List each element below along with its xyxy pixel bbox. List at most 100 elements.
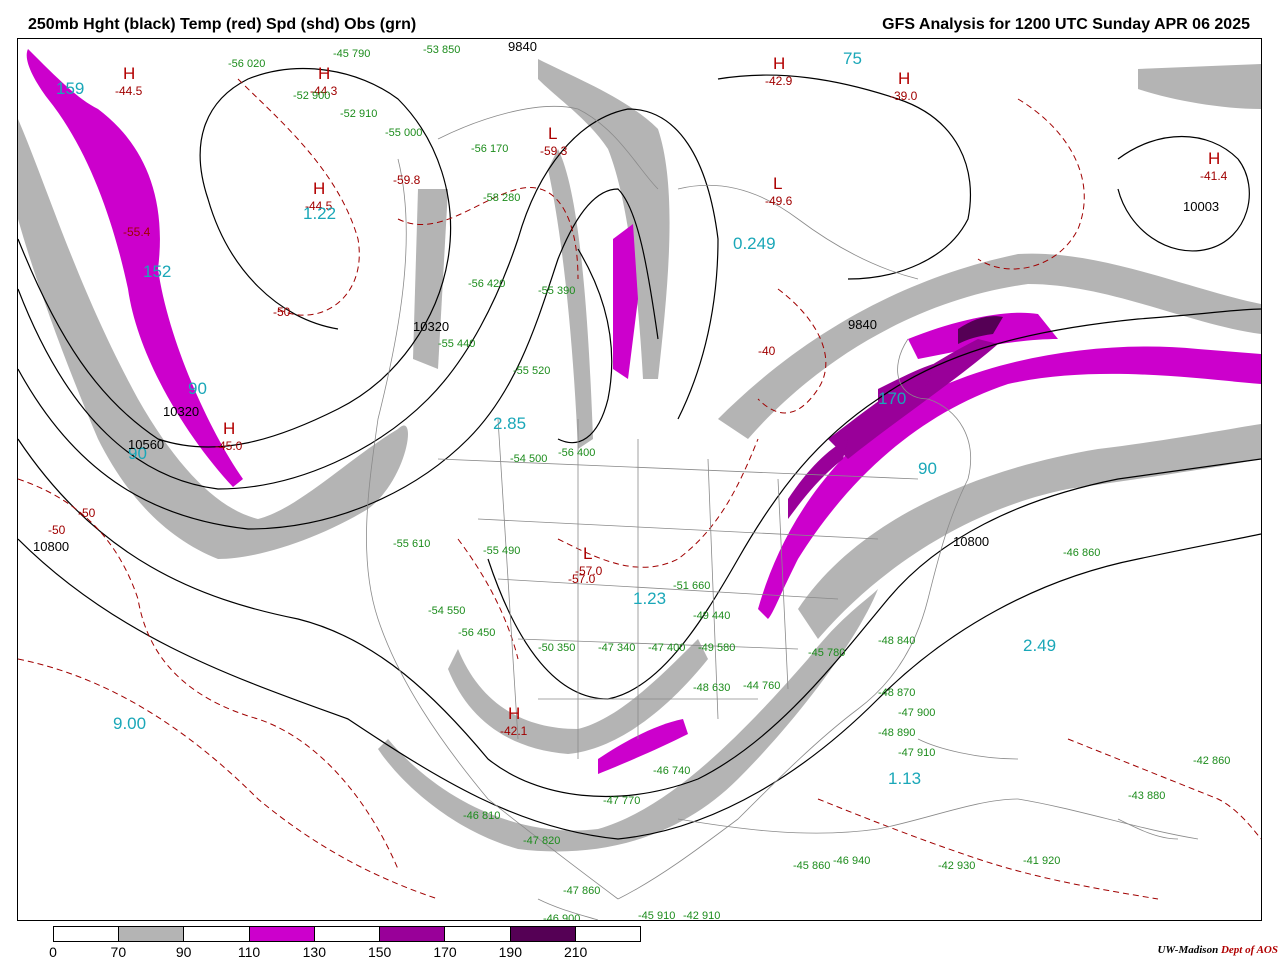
station-observation: -55 000 <box>385 127 422 139</box>
station-observation: -47 400 <box>648 642 685 654</box>
legend-swatch <box>184 927 250 941</box>
height-contour-label: 10003 <box>1183 199 1219 214</box>
station-observation: -56 420 <box>468 278 505 290</box>
height-contour-label: 9840 <box>508 39 537 54</box>
station-observation: -45 790 <box>333 48 370 60</box>
station-observation: -41 920 <box>1023 855 1060 867</box>
credit-institution: UW-Madison <box>1157 944 1219 956</box>
center-temperature-value: -42.1 <box>500 724 528 738</box>
station-observation: -47 900 <box>898 707 935 719</box>
station-observation: -47 770 <box>603 795 640 807</box>
high-center-letter: H <box>508 704 520 723</box>
legend-tick: 170 <box>433 944 457 960</box>
station-observation: -43 880 <box>1128 790 1165 802</box>
center-temperature-value: -45.0 <box>215 439 243 453</box>
wind-speed-label: 1.22 <box>303 204 336 223</box>
low-center-letter: L <box>548 124 557 143</box>
station-observation: -48 870 <box>878 687 915 699</box>
legend-swatch <box>314 927 381 941</box>
wind-speed-label: 159 <box>56 79 84 98</box>
high-center-letter: H <box>123 64 135 83</box>
station-observation: -50 350 <box>538 642 575 654</box>
legend-tick: 0 <box>49 944 57 960</box>
legend-tick: 210 <box>563 944 588 960</box>
station-observation: -49 440 <box>693 610 730 622</box>
legend-tick: 110 <box>237 944 261 960</box>
legend-swatch <box>249 927 315 941</box>
station-observation: -55 490 <box>483 545 520 557</box>
station-observation: -47 820 <box>523 835 560 847</box>
temperature-contour-label: -59.8 <box>393 173 421 187</box>
center-temperature-value: -41.4 <box>1200 169 1228 183</box>
low-center-letter: L <box>583 544 592 563</box>
station-observation: -58 280 <box>483 192 520 204</box>
station-observation: -46 900 <box>543 913 580 920</box>
legend-tick: 90 <box>175 944 192 960</box>
station-observation: -51 660 <box>673 580 710 592</box>
height-contour-label: 10320 <box>163 404 199 419</box>
station-observation: -52 900 <box>293 90 330 102</box>
wind-speed-label: 1.13 <box>888 769 921 788</box>
geography-outlines <box>366 106 1199 920</box>
legend-swatch <box>380 927 446 941</box>
temperature-contour-label: -50 <box>273 305 291 319</box>
wind-speed-label: 2.85 <box>493 414 526 433</box>
height-contour-label: 9840 <box>848 317 877 332</box>
center-temperature-value: -42.9 <box>765 74 793 88</box>
wind-speed-label: 90 <box>188 379 207 398</box>
station-observation: -49 580 <box>698 642 735 654</box>
station-observation: -46 860 <box>1063 547 1100 559</box>
wind-speed-label: 170 <box>878 389 906 408</box>
map-canvas: H-44.5H-44.3H-44.5H-42.9 H-39.0H-41.4L-59… <box>18 39 1261 920</box>
temperature-contour-label: -55.4 <box>123 225 151 239</box>
legend-swatch <box>445 927 511 941</box>
station-observation: -47 340 <box>598 642 635 654</box>
wind-speed-legend <box>53 926 641 942</box>
station-observation: -55 610 <box>393 538 430 550</box>
station-observation: -54 500 <box>510 453 547 465</box>
temperature-contour-label: -50 <box>48 523 66 537</box>
station-observation: -44 760 <box>743 680 780 692</box>
center-temperature-value: -49.6 <box>765 194 793 208</box>
high-center-letter: H <box>1208 149 1220 168</box>
station-observation: -56 170 <box>471 143 508 155</box>
legend-tick: 190 <box>498 944 523 960</box>
high-center-letter: H <box>773 54 785 73</box>
map-title: 250mb Hght (black) Temp (red) Spd (shd) … <box>28 16 417 33</box>
legend-swatch <box>575 927 640 941</box>
high-center-letter: H <box>223 419 235 438</box>
station-observation: -47 860 <box>563 885 600 897</box>
center-temperature-value: -39.0 <box>890 89 918 103</box>
station-observation: -56 450 <box>458 627 495 639</box>
station-observation: -42 910 <box>683 910 720 920</box>
wind-speed-legend-ticks: 0 70 90 110 130 150 170 190 210 <box>49 944 641 960</box>
low-center-letter: L <box>773 174 782 193</box>
station-observation: -53 850 <box>423 44 460 56</box>
station-observation: -48 890 <box>878 727 915 739</box>
station-observation: -46 940 <box>833 855 870 867</box>
station-observation: -45 910 <box>638 910 675 920</box>
station-observation: -56 020 <box>228 58 265 70</box>
weather-map[interactable]: H -44.5 H -44.3 H -44.5 H -42.9 H -39.0 H -41.4 L -59… <box>17 38 1262 921</box>
station-observation: -52 910 <box>340 108 377 120</box>
station-observation: -47 910 <box>898 747 935 759</box>
high-center-letter: H <box>313 179 325 198</box>
wind-speed-shading-70 <box>18 59 1261 852</box>
station-observation: -42 930 <box>938 860 975 872</box>
station-observation: -48 630 <box>693 682 730 694</box>
legend-swatch <box>510 927 576 941</box>
credit-department: Dept of AOS <box>1220 944 1278 956</box>
wind-speed-label: 2.49 <box>1023 636 1056 655</box>
legend-tick: 150 <box>367 944 392 960</box>
height-contour-label: 10800 <box>953 534 989 549</box>
wind-speed-label: 0.249 <box>733 234 776 253</box>
station-observation: -46 810 <box>463 810 500 822</box>
wind-speed-label: 1.23 <box>633 589 666 608</box>
station-observation: -45 860 <box>793 860 830 872</box>
high-center-letter: H <box>898 69 910 88</box>
station-observation: -46 740 <box>653 765 690 777</box>
station-observation: -55 440 <box>438 338 475 350</box>
station-observation: -54 550 <box>428 605 465 617</box>
wind-speed-label: 90 <box>918 459 937 478</box>
height-contour-label: 10800 <box>33 539 69 554</box>
